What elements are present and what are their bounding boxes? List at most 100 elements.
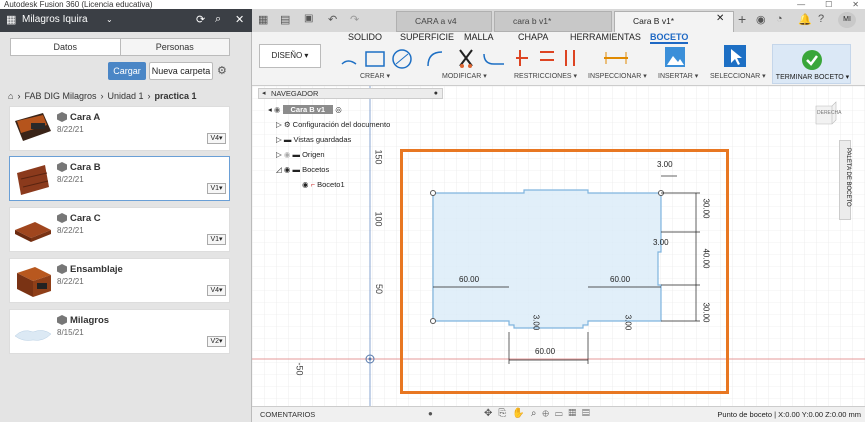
expand-icon[interactable]: ▷	[276, 120, 284, 129]
data-panel-header: ▦ Milagros Iquira ⌄ ⟳ ⌕ ✕	[0, 9, 252, 32]
file-card[interactable]: Ensamblaje 8/22/21 V4▾	[9, 258, 230, 303]
new-folder-button[interactable]: Nueva carpeta	[149, 62, 213, 80]
extensions-icon[interactable]: ◉	[756, 13, 766, 26]
version-dropdown[interactable]: V1▾	[207, 234, 226, 245]
collapse-icon[interactable]: ◂	[262, 89, 266, 98]
version-dropdown[interactable]: V4▾	[207, 285, 226, 296]
job-status-icon[interactable]: ◔	[776, 13, 783, 25]
sketch-palette-tab[interactable]: PALETA DE BOCETO	[839, 140, 851, 220]
version-dropdown[interactable]: V2▾	[207, 336, 226, 347]
tree-item-sketch1[interactable]: Boceto1	[317, 180, 345, 189]
save-icon[interactable]: ▣	[304, 13, 313, 24]
refresh-icon[interactable]: ⟳	[196, 13, 205, 26]
folder-icon: ▬	[292, 165, 303, 174]
inspect-tool[interactable]	[602, 46, 630, 70]
expand-icon[interactable]: ▷	[276, 135, 284, 144]
file-card[interactable]: Milagros 8/15/21 V2▾	[9, 309, 230, 354]
milagros-thumbnail	[14, 330, 52, 341]
file-card[interactable]: Cara A 8/22/21 V4▾	[9, 106, 230, 151]
eye-icon[interactable]: ◉	[274, 105, 283, 114]
cube-icon	[57, 213, 67, 223]
group-inspect[interactable]: INSPECCIONAR ▾	[588, 72, 647, 80]
doc-tab[interactable]: cara b v1*	[494, 11, 612, 32]
eye-icon[interactable]: ◉	[302, 180, 311, 189]
version-dropdown[interactable]: V1▾	[207, 183, 226, 194]
breadcrumb-item[interactable]: Unidad 1	[107, 91, 143, 101]
close-icon[interactable]: ✕	[235, 13, 244, 26]
file-card[interactable]: Cara C 8/22/21 V1▾	[9, 207, 230, 252]
cara-b-thumbnail	[17, 165, 49, 195]
minimize-icon[interactable]: —	[797, 0, 805, 9]
tab-personas[interactable]: Personas	[121, 39, 230, 55]
close-tab-icon[interactable]: ✕	[716, 13, 724, 24]
chevron-down-icon[interactable]: ⌄	[106, 15, 113, 24]
doc-tab[interactable]: CARA a v4	[396, 11, 492, 32]
group-constraints[interactable]: RESTRICCIONES ▾	[514, 72, 577, 80]
cube-icon	[57, 315, 67, 325]
navigation-bar-icons[interactable]: ✥⎘✋⌕⊕▭▦▤	[484, 408, 596, 419]
breadcrumb-current: practica 1	[154, 91, 197, 101]
activate-icon[interactable]: ◎	[335, 105, 342, 114]
eye-icon[interactable]: ◉	[284, 150, 293, 159]
group-create[interactable]: CREAR ▾	[360, 72, 390, 80]
group-select[interactable]: SELECCIONAR ▾	[710, 72, 766, 80]
navigator-panel[interactable]: ◂ NAVEGADOR ●	[258, 88, 443, 99]
ribbon-tab-malla[interactable]: MALLA	[464, 32, 494, 42]
tree-item-views[interactable]: Vistas guardadas	[293, 135, 351, 144]
breadcrumb-item[interactable]: FAB DIG Milagros	[24, 91, 96, 101]
expand-icon[interactable]: ◿	[276, 165, 284, 174]
new-tab-icon[interactable]: +	[738, 11, 746, 27]
insert-image-tool[interactable]	[664, 46, 686, 68]
comments-pin-icon[interactable]: ●	[428, 409, 433, 418]
workspace-dropdown[interactable]: DISEÑO ▾	[259, 44, 321, 68]
finish-sketch-button[interactable]: TERMINAR BOCETO ▾	[772, 44, 851, 84]
folder-icon: ▬	[283, 135, 294, 144]
cube-icon	[57, 264, 67, 274]
modify-tools[interactable]	[424, 46, 510, 70]
tree-item-sketches[interactable]: Bocetos	[302, 165, 329, 174]
tab-datos[interactable]: Datos	[11, 39, 121, 55]
project-name[interactable]: Milagros Iquira	[22, 14, 88, 25]
home-icon[interactable]: ⌂	[8, 91, 13, 101]
tree-item-origin[interactable]: Origen	[302, 150, 325, 159]
file-date: 8/22/21	[57, 125, 84, 134]
pin-icon[interactable]: ●	[434, 89, 438, 98]
file-card[interactable]: Cara B 8/22/21 V1▾	[9, 156, 230, 201]
file-date: 8/22/21	[57, 226, 84, 235]
maximize-icon[interactable]: ☐	[825, 0, 832, 9]
gear-icon[interactable]: ⚙	[217, 64, 227, 77]
file-name: Cara A	[70, 112, 101, 123]
group-modify[interactable]: MODIFICAR ▾	[442, 72, 487, 80]
apps-grid-icon[interactable]: ▦	[258, 13, 268, 26]
constraint-tools[interactable]	[514, 46, 582, 70]
comments-panel[interactable]: COMENTARIOS	[260, 410, 315, 419]
group-insert[interactable]: INSERTAR ▾	[658, 72, 698, 80]
redo-icon[interactable]: ↷	[350, 13, 359, 26]
help-icon[interactable]: ?	[818, 13, 824, 25]
select-tool[interactable]	[723, 44, 747, 68]
version-dropdown[interactable]: V4▾	[207, 133, 226, 144]
avatar[interactable]: MI	[838, 12, 856, 28]
ensamblaje-thumbnail	[17, 267, 51, 297]
data-tabs: Datos Personas	[10, 38, 230, 56]
upload-button[interactable]: Cargar	[108, 62, 146, 80]
root-component[interactable]: Cara B v1	[282, 105, 334, 114]
file-menu-icon[interactable]: ▤	[280, 13, 290, 26]
tree-item-settings[interactable]: Configuración del documento	[293, 120, 391, 129]
notifications-icon[interactable]: 🔔	[798, 13, 812, 26]
ribbon-tab-superficie[interactable]: SUPERFICIE	[400, 32, 454, 42]
undo-icon[interactable]: ↶	[328, 13, 337, 26]
expand-icon[interactable]: ◂	[268, 105, 272, 114]
ribbon-tab-solido[interactable]: SOLIDO	[348, 32, 382, 42]
breadcrumb: ⌂ › FAB DIG Milagros › Unidad 1 › practica …	[8, 91, 197, 101]
search-icon[interactable]: ⌕	[215, 13, 221, 26]
expand-icon[interactable]: ▷	[276, 150, 284, 159]
file-name: Cara B	[70, 162, 101, 173]
eye-icon[interactable]: ◉	[284, 165, 293, 174]
grid-icon[interactable]: ▦	[6, 13, 16, 26]
create-tools[interactable]	[338, 46, 418, 70]
ribbon-tab-boceto[interactable]: BOCETO	[650, 32, 689, 44]
close-icon[interactable]: ✕	[852, 0, 859, 9]
ribbon-tab-herramientas[interactable]: HERRAMIENTAS	[570, 32, 641, 42]
ribbon-tab-chapa[interactable]: CHAPA	[518, 32, 548, 42]
